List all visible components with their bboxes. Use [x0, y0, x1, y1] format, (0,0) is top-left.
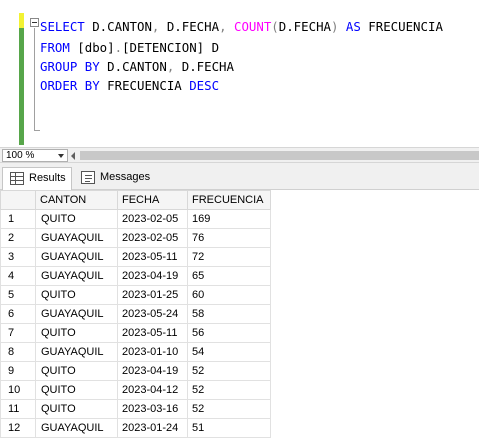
zoom-dropdown[interactable]: 100 %	[2, 149, 68, 162]
cell-fecha[interactable]: 2023-01-24	[117, 418, 188, 438]
cell-fecha[interactable]: 2023-05-11	[117, 323, 188, 343]
cell-frecuencia[interactable]: 52	[187, 380, 271, 400]
header-row: CANTON FECHA FRECUENCIA	[0, 190, 271, 210]
cell-fecha[interactable]: 2023-05-24	[117, 304, 188, 324]
results-pane: CANTON FECHA FRECUENCIA 1 QUITO 2023-02-05…	[0, 190, 479, 439]
cell-frecuencia[interactable]: 60	[187, 285, 271, 305]
cell-frecuencia[interactable]: 52	[187, 361, 271, 381]
tab-messages-label: Messages	[100, 171, 151, 183]
code-line-3: GROUP BY D.CANTON, D.FECHA	[40, 59, 234, 74]
corner-cell[interactable]	[0, 190, 36, 210]
row-number-cell[interactable]: 12	[0, 418, 36, 438]
tab-messages[interactable]: Messages	[74, 167, 152, 190]
column-header-canton[interactable]: CANTON	[35, 190, 118, 210]
cell-canton[interactable]: QUITO	[35, 285, 118, 305]
cell-canton[interactable]: GUAYAQUIL	[35, 247, 118, 267]
cell-fecha[interactable]: 2023-03-16	[117, 399, 188, 419]
code-line-2: FROM [dbo].[DETENCION] D	[40, 40, 220, 55]
cell-frecuencia[interactable]: 65	[187, 266, 271, 286]
cell-frecuencia[interactable]: 72	[187, 247, 271, 267]
cell-canton[interactable]: GUAYAQUIL	[35, 342, 118, 362]
cell-canton[interactable]: QUITO	[35, 380, 118, 400]
table-row[interactable]: 12 GUAYAQUIL 2023-01-24 51	[0, 418, 271, 438]
row-number-cell[interactable]: 10	[0, 380, 36, 400]
row-number-cell[interactable]: 3	[0, 247, 36, 267]
zoom-value: 100 %	[6, 150, 35, 161]
cell-canton[interactable]: QUITO	[35, 323, 118, 343]
cell-canton[interactable]: GUAYAQUIL	[35, 418, 118, 438]
table-row[interactable]: 5 QUITO 2023-01-25 60	[0, 285, 271, 305]
table-row[interactable]: 3 GUAYAQUIL 2023-05-11 72	[0, 247, 271, 267]
row-number-cell[interactable]: 7	[0, 323, 36, 343]
cell-frecuencia[interactable]: 51	[187, 418, 271, 438]
table-row[interactable]: 6 GUAYAQUIL 2023-05-24 58	[0, 304, 271, 324]
row-number-cell[interactable]: 11	[0, 399, 36, 419]
table-row[interactable]: 11 QUITO 2023-03-16 52	[0, 399, 271, 419]
unsaved-change-marker	[19, 13, 24, 28]
cell-canton[interactable]: GUAYAQUIL	[35, 228, 118, 248]
cell-fecha[interactable]: 2023-02-05	[117, 209, 188, 229]
grid-icon	[10, 172, 24, 185]
table-row[interactable]: 2 GUAYAQUIL 2023-02-05 76	[0, 228, 271, 248]
table-row[interactable]: 7 QUITO 2023-05-11 56	[0, 323, 271, 343]
cell-canton[interactable]: GUAYAQUIL	[35, 266, 118, 286]
outline-line-end	[34, 130, 40, 131]
code-line-4: ORDER BY FRECUENCIA DESC	[40, 78, 220, 93]
cell-fecha[interactable]: 2023-04-19	[117, 361, 188, 381]
cell-frecuencia[interactable]: 76	[187, 228, 271, 248]
cell-frecuencia[interactable]: 58	[187, 304, 271, 324]
outline-line	[34, 28, 35, 131]
tab-results-label: Results	[29, 172, 66, 184]
code-line-1: SELECT D.CANTON, D.FECHA, COUNT(D.FECHA)…	[40, 19, 443, 34]
table-row[interactable]: 9 QUITO 2023-04-19 52	[0, 361, 271, 381]
table-row[interactable]: 10 QUITO 2023-04-12 52	[0, 380, 271, 400]
results-tab-strip: Results Messages	[0, 163, 479, 190]
row-number-cell[interactable]: 9	[0, 361, 36, 381]
cell-fecha[interactable]: 2023-04-12	[117, 380, 188, 400]
cell-frecuencia[interactable]: 56	[187, 323, 271, 343]
cell-fecha[interactable]: 2023-02-05	[117, 228, 188, 248]
scroll-left-icon[interactable]	[70, 149, 78, 162]
tab-results[interactable]: Results	[2, 167, 72, 190]
row-number-cell[interactable]: 5	[0, 285, 36, 305]
change-tracking-bar	[19, 13, 24, 145]
query-editor[interactable]: SELECT D.CANTON, D.FECHA, COUNT(D.FECHA)…	[0, 0, 479, 147]
cell-canton[interactable]: QUITO	[35, 361, 118, 381]
column-header-fecha[interactable]: FECHA	[117, 190, 188, 210]
row-number-cell[interactable]: 4	[0, 266, 36, 286]
column-header-frecuencia[interactable]: FRECUENCIA	[187, 190, 271, 210]
table-row[interactable]: 1 QUITO 2023-02-05 169	[0, 209, 271, 229]
horizontal-scrollbar[interactable]	[80, 151, 479, 160]
cell-canton[interactable]: GUAYAQUIL	[35, 304, 118, 324]
cell-canton[interactable]: QUITO	[35, 399, 118, 419]
results-grid: CANTON FECHA FRECUENCIA 1 QUITO 2023-02-05…	[0, 190, 271, 438]
cell-fecha[interactable]: 2023-04-19	[117, 266, 188, 286]
table-row[interactable]: 4 GUAYAQUIL 2023-04-19 65	[0, 266, 271, 286]
row-number-cell[interactable]: 1	[0, 209, 36, 229]
cell-fecha[interactable]: 2023-01-10	[117, 342, 188, 362]
cell-frecuencia[interactable]: 52	[187, 399, 271, 419]
table-row[interactable]: 8 GUAYAQUIL 2023-01-10 54	[0, 342, 271, 362]
editor-status-strip: 100 %	[0, 147, 479, 163]
row-number-cell[interactable]: 6	[0, 304, 36, 324]
cell-frecuencia[interactable]: 169	[187, 209, 271, 229]
row-number-cell[interactable]: 8	[0, 342, 36, 362]
collapse-icon[interactable]	[30, 18, 39, 27]
cell-frecuencia[interactable]: 54	[187, 342, 271, 362]
chevron-down-icon	[58, 154, 64, 158]
cell-canton[interactable]: QUITO	[35, 209, 118, 229]
messages-icon	[81, 171, 95, 184]
cell-fecha[interactable]: 2023-05-11	[117, 247, 188, 267]
cell-fecha[interactable]: 2023-01-25	[117, 285, 188, 305]
row-number-cell[interactable]: 2	[0, 228, 36, 248]
